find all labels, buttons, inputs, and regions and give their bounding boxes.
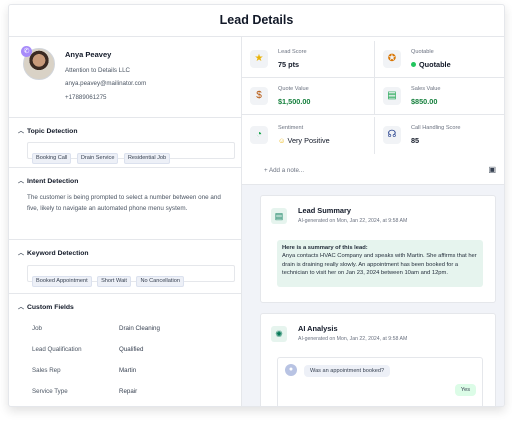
summary-body: Anya contacts HVAC Company and speaks wi… <box>282 253 477 277</box>
custom-fields-toggle[interactable]: ︿ Custom Fields <box>18 302 74 311</box>
stat-label: Sentiment <box>278 125 304 131</box>
stat-value: $850.00 <box>411 97 438 106</box>
custom-field-label: Lead Qualification <box>32 346 82 353</box>
ai-brain-icon: ✺ <box>271 326 287 342</box>
chevron-up-icon: ︿ <box>18 251 25 257</box>
contact-phone[interactable]: +17889061275 <box>65 94 106 101</box>
stat-value-text: Very Positive <box>287 136 330 145</box>
section-title: Topic Detection <box>27 128 78 135</box>
stat-quote-value: $ Quote Value $1,500.00 <box>242 78 374 115</box>
lead-summary-panel: ▤ Lead Summary AI-generated on Mon, Jan … <box>260 195 496 303</box>
sentiment-gauge-icon: ◔ <box>250 126 268 144</box>
note-bar: + Add a note... ▣ <box>242 157 504 185</box>
title-bar: Lead Details <box>9 5 504 37</box>
answer-bubble: Yes <box>454 384 476 396</box>
left-column: ✆ Anya Peavey Attention to Details LLC a… <box>9 37 242 406</box>
contact-name: Anya Peavey <box>65 50 112 59</box>
intent-detection-section: ︿ Intent Detection The customer is being … <box>9 168 241 240</box>
panel-subtitle: AI-generated on Mon, Jan 22, 2024, at 9:… <box>298 336 408 342</box>
chevron-up-icon: ︿ <box>18 305 25 311</box>
stat-sales-value: ▤ Sales Value $850.00 <box>374 78 504 115</box>
page-title: Lead Details <box>219 13 294 27</box>
chevron-up-icon: ︿ <box>18 129 25 135</box>
keyword-detection-section: ︿ Keyword Detection Booked Appointment Sh… <box>9 240 241 294</box>
status-dot <box>411 61 416 67</box>
chat-box: ● Was an appointment booked? Yes <box>277 357 483 406</box>
topic-tag: Drain Service <box>76 153 119 164</box>
money-bag-icon: $ <box>250 87 268 105</box>
section-title: Custom Fields <box>27 304 74 311</box>
headset-icon: ☊ <box>383 126 401 144</box>
topic-detection-toggle[interactable]: ︿ Topic Detection <box>18 126 77 135</box>
stat-label: Lead Score <box>278 49 307 55</box>
section-title: Keyword Detection <box>27 250 89 257</box>
question-bubble: Was an appointment booked? <box>304 365 391 377</box>
stat-label: Call Handling Score <box>411 125 461 131</box>
stat-quotable: ✪ Quotable Quotable <box>374 41 504 78</box>
custom-fields-section: ︿ Custom Fields Job Drain Cleaning Lead Q… <box>9 294 241 406</box>
keyword-tags: Booked Appointment Short Wait No Cancell… <box>27 265 235 287</box>
stat-value: 85 <box>411 136 420 145</box>
keyword-tag: No Cancellation <box>136 276 184 287</box>
stat-lead-score: ★ Lead Score 75 pts <box>242 41 374 78</box>
keyword-detection-toggle[interactable]: ︿ Keyword Detection <box>18 248 89 257</box>
save-icon[interactable]: ▣ <box>488 165 496 174</box>
ai-analysis-panel: ✺ AI Analysis AI-generated on Mon, Jan 2… <box>260 313 496 406</box>
custom-field-value: Martin <box>119 367 137 374</box>
stat-label: Sales Value <box>411 86 441 92</box>
cash-icon: ▤ <box>383 87 401 105</box>
stats-grid: ★ Lead Score 75 pts ✪ Quotable Quotable … <box>242 37 504 157</box>
intent-text: The customer is being prompted to select… <box>27 194 221 212</box>
topic-tags: Booking Call Drain Service Residential J… <box>27 142 235 164</box>
stat-value: ☺ Very Positive <box>278 136 330 145</box>
user-icon: ● <box>285 364 297 376</box>
section-title: Intent Detection <box>27 178 79 185</box>
summary-heading: Here is a summary of this lead: <box>282 245 368 251</box>
topic-tag: Residential Job <box>123 153 171 164</box>
stat-sentiment: ◔ Sentiment ☺ Very Positive <box>242 117 374 154</box>
lead-details-card: Lead Details ✆ Anya Peavey Attention to … <box>8 4 505 407</box>
summary-box: Here is a summary of this lead: Anya con… <box>277 240 483 287</box>
award-icon: ✪ <box>383 50 401 68</box>
contact-email[interactable]: anya.peavey@mailinator.com <box>65 80 146 87</box>
custom-field-label: Service Type <box>32 388 68 395</box>
topic-detection-section: ︿ Topic Detection Booking Call Drain Serv… <box>9 118 241 168</box>
custom-field-label: Sales Rep <box>32 367 61 374</box>
intent-detection-toggle[interactable]: ︿ Intent Detection <box>18 176 78 185</box>
custom-field-value: Drain Cleaning <box>119 325 160 332</box>
stat-label: Quotable <box>411 49 434 55</box>
stat-value-text: Quotable <box>419 60 451 69</box>
panel-subtitle: AI-generated on Mon, Jan 22, 2024, at 9:… <box>298 218 408 224</box>
stat-label: Quote Value <box>278 86 309 92</box>
stat-value: 75 pts <box>278 60 300 69</box>
document-icon: ▤ <box>271 208 287 224</box>
stat-call-handling: ☊ Call Handling Score 85 <box>374 117 504 154</box>
stat-value: Quotable <box>411 60 451 69</box>
star-icon: ★ <box>250 50 268 68</box>
custom-field-value: Repair <box>119 388 138 395</box>
contact-company: Attention to Details LLC <box>65 67 131 74</box>
phone-icon: ✆ <box>21 46 32 57</box>
keyword-tag: Booked Appointment <box>32 276 92 287</box>
right-column: ★ Lead Score 75 pts ✪ Quotable Quotable … <box>242 37 504 406</box>
stat-value: $1,500.00 <box>278 97 311 106</box>
topic-tag: Booking Call <box>32 153 72 164</box>
keyword-tag: Short Wait <box>97 276 131 287</box>
panel-title: Lead Summary <box>298 206 351 215</box>
custom-field-value: Qualified <box>119 346 144 353</box>
add-note-input[interactable]: + Add a note... <box>264 167 304 174</box>
panel-title: AI Analysis <box>298 324 338 333</box>
contact-card: ✆ Anya Peavey Attention to Details LLC a… <box>9 37 241 118</box>
smile-icon: ☺ <box>278 136 286 145</box>
custom-field-label: Job <box>32 325 42 332</box>
chevron-up-icon: ︿ <box>18 179 25 185</box>
